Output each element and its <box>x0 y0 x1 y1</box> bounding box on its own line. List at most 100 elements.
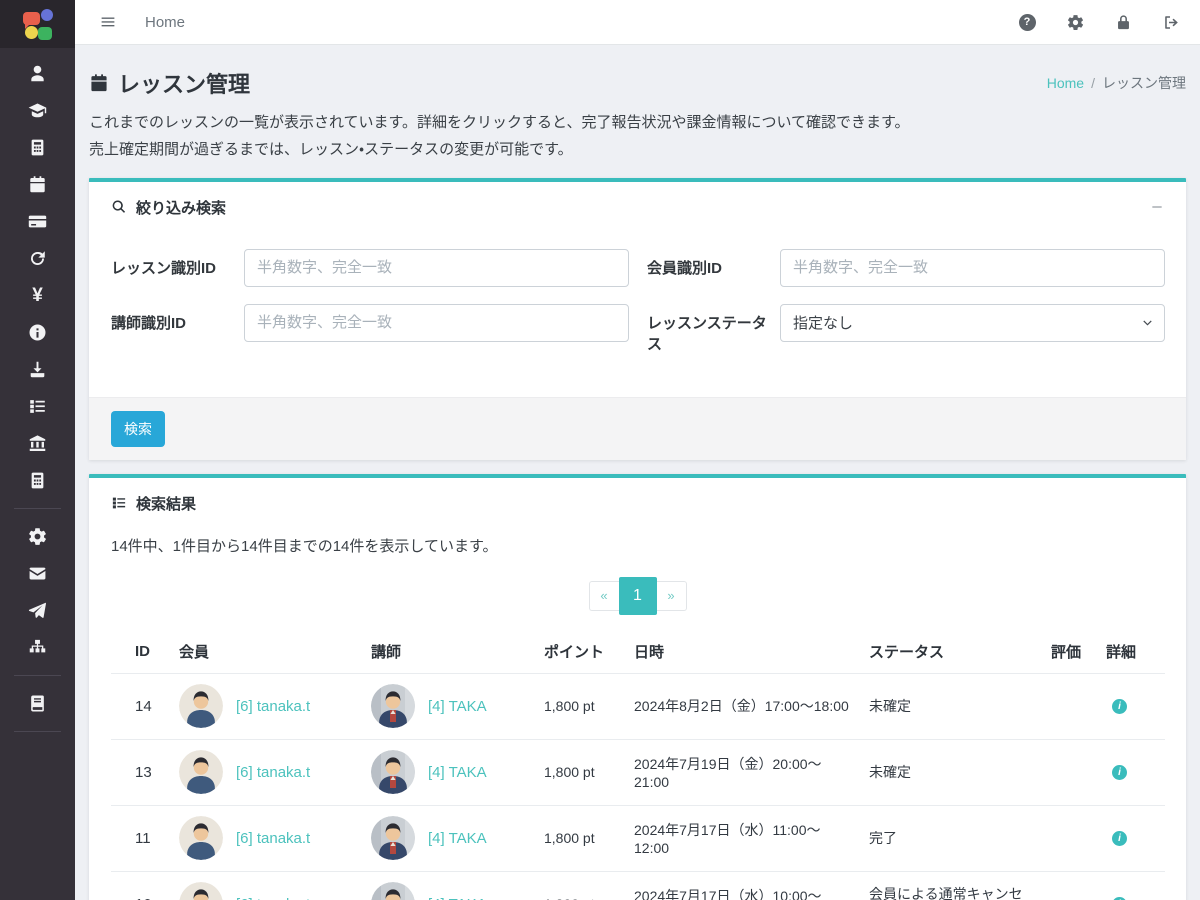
cell-points: 1,800 pt <box>536 673 626 739</box>
teacher-avatar <box>371 882 415 900</box>
teacher-avatar <box>371 816 415 860</box>
cell-detail: i <box>1098 871 1165 900</box>
breadcrumb-separator: / <box>1091 75 1095 91</box>
breadcrumb-current: レッスン管理 <box>1102 73 1186 93</box>
header-teacher: 講師 <box>363 629 536 674</box>
chevron-down-icon <box>1141 317 1154 330</box>
lesson-id-input[interactable] <box>244 249 629 287</box>
graduation-cap-icon <box>28 101 47 120</box>
sidebar-item-download[interactable] <box>0 351 75 388</box>
chevron-down-icon <box>1141 317 1154 330</box>
gear-icon <box>1067 14 1084 31</box>
member-avatar <box>179 816 223 860</box>
teacher-link[interactable]: [4] TAKA <box>428 830 487 847</box>
pagination-page-1[interactable]: 1 <box>619 577 657 615</box>
teacher-avatar <box>371 750 415 794</box>
calculator-icon <box>28 138 47 157</box>
table-row: 10[6] tanaka.t[4] TAKA1,800 pt2024年7月17日… <box>111 871 1165 900</box>
lesson-status-value: 指定なし <box>793 312 853 333</box>
cell-datetime: 2024年8月2日（金）17:00～18:00 <box>626 673 861 739</box>
cell-datetime: 2024年7月17日（水）11:00～12:00 <box>626 805 861 871</box>
avatar-image <box>371 684 415 728</box>
member-link[interactable]: [6] tanaka.t <box>236 896 310 900</box>
envelope-icon <box>28 564 47 583</box>
member-id-input[interactable] <box>780 249 1165 287</box>
table-header-row: ID 会員 講師 ポイント 日時 ステータス 評価 詳細 <box>111 629 1165 674</box>
avatar-image <box>179 816 223 860</box>
cell-rating <box>1043 805 1098 871</box>
search-submit-button[interactable]: 検索 <box>111 411 165 447</box>
menu-toggle-icon[interactable] <box>89 7 127 37</box>
detail-info-button[interactable]: i <box>1112 699 1127 714</box>
sidebar-item-credit-card[interactable] <box>0 203 75 240</box>
sidebar-item-book[interactable] <box>0 685 75 722</box>
cell-rating <box>1043 871 1098 900</box>
results-summary: 14件中、1件目から14件目までの14件を表示しています。 <box>89 527 1186 556</box>
sidebar-item-calculator[interactable] <box>0 462 75 499</box>
logout-button[interactable] <box>1162 13 1180 31</box>
cell-status: 完了 <box>861 805 1043 871</box>
teacher-link[interactable]: [4] TAKA <box>428 698 487 715</box>
help-button[interactable]: ? <box>1018 13 1036 31</box>
sidebar-item-user[interactable] <box>0 55 75 92</box>
app-logo[interactable] <box>0 0 75 48</box>
pagination-next[interactable]: » <box>657 581 687 611</box>
main-content: レッスン管理 Home / レッスン管理 これまでのレッスンの一覧が表示されてい… <box>75 0 1200 900</box>
lesson-status-label: レッスンステータス <box>647 304 780 355</box>
avatar-image <box>371 750 415 794</box>
lesson-id-label: レッスン識別ID <box>111 249 244 287</box>
pagination-prev[interactable]: « <box>589 581 619 611</box>
search-icon <box>111 199 127 215</box>
cell-id: 11 <box>111 805 171 871</box>
sidebar-item-tasks[interactable] <box>0 388 75 425</box>
teacher-avatar <box>371 684 415 728</box>
avatar-image <box>179 882 223 900</box>
cell-status: 未確定 <box>861 739 1043 805</box>
sidebar-item-graduation-cap[interactable] <box>0 92 75 129</box>
lock-button[interactable] <box>1114 13 1132 31</box>
detail-info-button[interactable]: i <box>1112 765 1127 780</box>
pagination: « 1 » <box>89 577 1186 615</box>
breadcrumb-home-link[interactable]: Home <box>1047 75 1084 91</box>
search-results-card: 検索結果 14件中、1件目から14件目までの14件を表示しています。 « 1 »… <box>89 474 1186 900</box>
member-link[interactable]: [6] tanaka.t <box>236 830 310 847</box>
settings-button[interactable] <box>1066 13 1084 31</box>
logo-shape-orange <box>23 12 40 25</box>
sidebar-item-redo[interactable] <box>0 240 75 277</box>
page-title-text: レッスン管理 <box>118 67 250 99</box>
sidebar-item-envelope[interactable] <box>0 555 75 592</box>
collapse-button[interactable] <box>1150 200 1164 214</box>
sidebar-item-calculator[interactable] <box>0 129 75 166</box>
avatar-image <box>371 882 415 900</box>
sidebar-item-bank[interactable] <box>0 425 75 462</box>
sidebar-item-info-circle[interactable] <box>0 314 75 351</box>
teacher-id-input[interactable] <box>244 304 629 342</box>
topbar-home-link[interactable]: Home <box>145 14 185 31</box>
teacher-link[interactable]: [4] TAKA <box>428 764 487 781</box>
lesson-status-select[interactable]: 指定なし <box>780 304 1165 342</box>
sidebar-item-sitemap[interactable] <box>0 629 75 666</box>
sidebar-item-calendar[interactable] <box>0 166 75 203</box>
paper-plane-icon <box>28 601 47 620</box>
cell-rating <box>1043 739 1098 805</box>
sitemap-icon <box>28 638 47 657</box>
sidebar-item-paper-plane[interactable] <box>0 592 75 629</box>
lessons-table: ID 会員 講師 ポイント 日時 ステータス 評価 詳細 14[6] tanak… <box>111 629 1165 900</box>
sidebar-item-gear[interactable] <box>0 518 75 555</box>
member-link[interactable]: [6] tanaka.t <box>236 698 310 715</box>
calendar-icon <box>28 175 47 194</box>
cell-teacher: [4] TAKA <box>363 871 536 900</box>
cell-rating <box>1043 673 1098 739</box>
teacher-link[interactable]: [4] TAKA <box>428 896 487 900</box>
cell-id: 10 <box>111 871 171 900</box>
sidebar-divider <box>14 675 61 676</box>
search-icon <box>111 199 127 215</box>
detail-info-button[interactable]: i <box>1112 831 1127 846</box>
book-icon <box>28 694 47 713</box>
cell-status: 会員による通常キャンセル <box>861 871 1043 900</box>
results-card-title-text: 検索結果 <box>136 493 196 514</box>
sidebar-item-yen[interactable]: ¥ <box>0 277 75 314</box>
header-member: 会員 <box>171 629 363 674</box>
member-link[interactable]: [6] tanaka.t <box>236 764 310 781</box>
user-icon <box>28 64 47 83</box>
